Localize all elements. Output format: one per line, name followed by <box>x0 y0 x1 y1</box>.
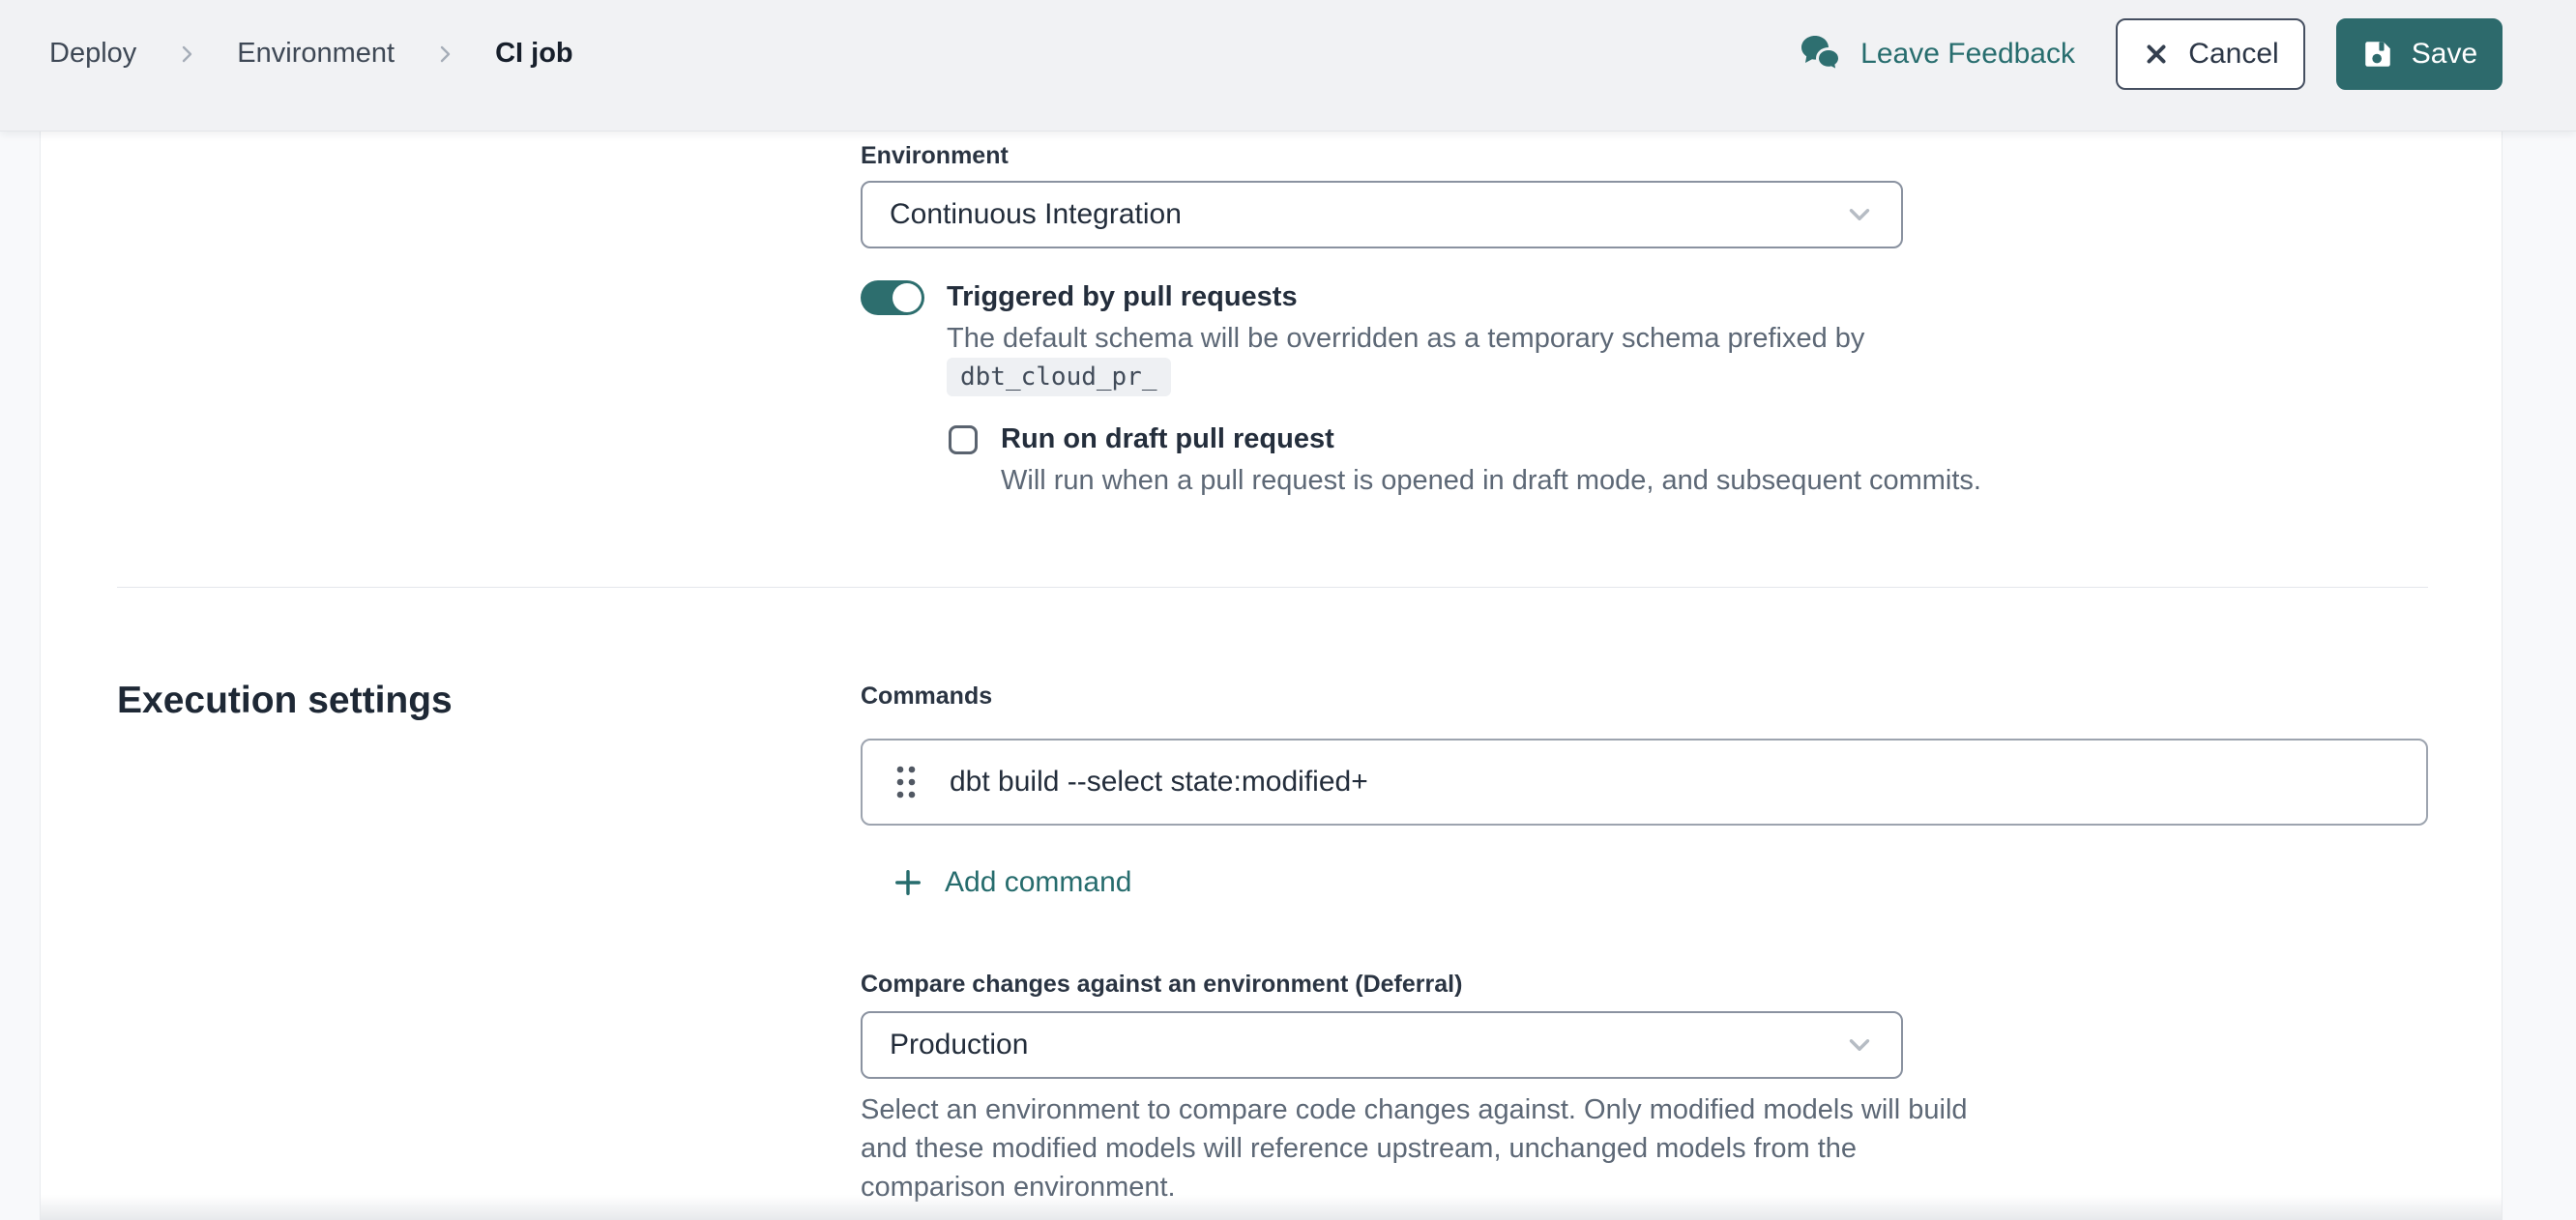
chevron-right-icon <box>175 40 198 69</box>
breadcrumb-ci-job: CI job <box>495 38 573 70</box>
environment-label: Environment <box>861 142 1009 170</box>
header-actions: Leave Feedback Cancel Save <box>1799 18 2503 90</box>
leave-feedback-label: Leave Feedback <box>1860 38 2075 71</box>
schema-prefix-code: dbt_cloud_pr_ <box>947 358 1171 396</box>
breadcrumb-deploy[interactable]: Deploy <box>49 38 136 70</box>
breadcrumb-environment[interactable]: Environment <box>237 38 395 70</box>
environment-select[interactable]: Continuous Integration <box>861 181 1903 248</box>
cancel-button[interactable]: Cancel <box>2116 18 2305 90</box>
environment-selected-value: Continuous Integration <box>890 198 1182 231</box>
section-divider <box>117 587 2428 588</box>
page: Deploy Environment CI job Leave Feedback <box>0 0 2576 1220</box>
drag-handle-icon[interactable] <box>893 762 919 802</box>
close-icon <box>2142 40 2171 69</box>
triggered-by-pull-requests-toggle[interactable] <box>861 280 924 315</box>
save-disk-icon <box>2361 38 2394 71</box>
cancel-label: Cancel <box>2188 38 2278 71</box>
save-label: Save <box>2412 38 2477 71</box>
breadcrumb: Deploy Environment CI job <box>49 38 573 70</box>
add-command-button[interactable]: Add command <box>891 865 1131 900</box>
deferral-select[interactable]: Production <box>861 1011 1903 1079</box>
save-button[interactable]: Save <box>2336 18 2503 90</box>
plus-icon <box>891 865 925 900</box>
command-input[interactable]: dbt build --select state:modified+ <box>950 766 1368 799</box>
run-on-draft-label: Run on draft pull request <box>1001 423 1334 455</box>
commands-label: Commands <box>861 683 992 711</box>
deferral-selected-value: Production <box>890 1029 1028 1061</box>
run-on-draft-checkbox[interactable] <box>949 425 978 454</box>
deferral-help-text: Select an environment to compare code ch… <box>861 1090 2002 1206</box>
leave-feedback-link[interactable]: Leave Feedback <box>1799 34 2075 74</box>
command-row: dbt build --select state:modified+ <box>861 739 2428 826</box>
bottom-scroll-fade <box>40 1195 2503 1220</box>
toggle-knob <box>893 283 922 312</box>
chevron-down-icon <box>1843 198 1876 231</box>
execution-settings-title: Execution settings <box>117 680 453 722</box>
add-command-label: Add command <box>945 866 1131 899</box>
triggered-by-pull-requests-label: Triggered by pull requests <box>947 281 1298 313</box>
triggered-by-pull-requests-description: The default schema will be overridden as… <box>947 319 1864 358</box>
chevron-down-icon <box>1843 1029 1876 1061</box>
chat-bubbles-icon <box>1799 34 1843 74</box>
run-on-draft-description: Will run when a pull request is opened i… <box>1001 461 1981 500</box>
page-header: Deploy Environment CI job Leave Feedback <box>0 0 2576 131</box>
chevron-right-icon <box>433 40 456 69</box>
deferral-label: Compare changes against an environment (… <box>861 971 1462 999</box>
